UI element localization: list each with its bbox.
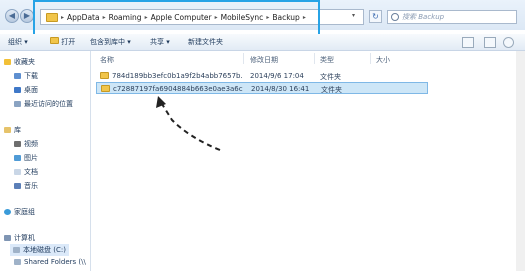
folder-icon [50,37,59,44]
sidebar-label: 音乐 [24,182,38,190]
sidebar-label: 文档 [24,168,38,176]
sidebar-label: 家庭组 [14,208,35,216]
preview-pane-icon[interactable] [484,37,496,48]
sidebar-label: 库 [14,126,21,134]
sidebar-item-music[interactable]: 音乐 [14,181,38,191]
document-icon [14,169,21,175]
video-icon [14,141,21,147]
sidebar-item-libraries[interactable]: 库 [4,125,21,135]
download-icon [14,73,21,79]
file-date: 2014/8/30 16:41 [251,85,310,93]
column-header-type[interactable]: 类型 [320,55,334,65]
search-icon [391,13,399,21]
help-icon[interactable] [503,37,514,48]
include-in-library-button[interactable]: 包含到库中 ▾ [90,37,131,47]
sidebar-item-computer[interactable]: 计算机 [4,233,35,243]
command-toolbar: 组织 ▾ 打开 包含到库中 ▾ 共享 ▾ 新建文件夹 [0,34,525,51]
scrollbar[interactable] [516,51,525,271]
sidebar-label: 图片 [24,154,38,162]
folder-icon [101,85,110,92]
search-input[interactable]: 搜索 Backup [387,10,517,24]
file-row-selected[interactable]: c72887197fa6904884b663e0ae3a6c2... 2014/… [96,82,428,94]
column-header-name[interactable]: 名称 [100,55,114,65]
sidebar-label: 最近访问的位置 [24,100,73,108]
column-divider[interactable] [370,53,371,64]
highlight-box [33,0,320,36]
column-divider[interactable] [314,53,315,64]
open-label: 打开 [61,38,76,46]
picture-icon [14,155,21,161]
arrow-annotation [156,96,221,151]
sidebar-item-local-disk[interactable]: 本地磁盘 (C:) [10,244,69,256]
homegroup-icon [4,209,11,215]
address-dropdown-icon[interactable]: ▾ [352,12,355,19]
column-divider[interactable] [243,53,244,64]
sidebar-item-documents[interactable]: 文档 [14,167,38,177]
sidebar-item-homegroup[interactable]: 家庭组 [4,207,35,217]
folder-icon [100,72,109,79]
new-folder-button[interactable]: 新建文件夹 [188,37,223,47]
file-name: 784d189bb3efc0b1a9f2b4abb7657b... [112,72,242,80]
column-header-size[interactable]: 大小 [376,55,390,65]
sidebar-item-videos[interactable]: 视频 [14,139,38,149]
desktop-icon [14,87,21,93]
sidebar-item-shared-folders[interactable]: Shared Folders (\\ [14,258,86,266]
sidebar-label: Shared Folders (\\ [24,258,86,266]
navigation-pane: 收藏夹 下载 桌面 最近访问的位置 库 视频 图片 文档 音乐 家庭组 计算机 … [0,51,91,271]
address-bar: ◀ ▶ ▸ AppData ▸ Roaming ▸ Apple Computer… [0,0,525,36]
sidebar-item-favorites[interactable]: 收藏夹 [4,57,35,67]
computer-icon [4,235,11,241]
file-type: 文件夹 [321,86,342,94]
sidebar-label: 视频 [24,140,38,148]
forward-button[interactable]: ▶ [20,9,34,23]
sidebar-label: 收藏夹 [14,58,35,66]
star-icon [4,59,11,65]
recent-places-icon [14,101,21,107]
sidebar-item-recent[interactable]: 最近访问的位置 [14,99,73,109]
back-button[interactable]: ◀ [5,9,19,23]
sidebar-label: 计算机 [14,234,35,242]
file-row[interactable]: 784d189bb3efc0b1a9f2b4abb7657b... 2014/9… [96,70,428,82]
network-drive-icon [14,259,21,265]
organize-button[interactable]: 组织 ▾ [8,37,28,47]
refresh-icon[interactable]: ↻ [369,10,382,23]
view-options-icon[interactable] [462,37,474,48]
sidebar-label: 下载 [24,72,38,80]
sidebar-item-desktop[interactable]: 桌面 [14,85,38,95]
sidebar-label: 本地磁盘 (C:) [23,246,66,254]
file-date: 2014/9/6 17:04 [250,72,304,80]
sidebar-label: 桌面 [24,86,38,94]
share-button[interactable]: 共享 ▾ [150,37,170,47]
sidebar-item-pictures[interactable]: 图片 [14,153,38,163]
drive-icon [13,247,20,253]
file-type: 文件夹 [320,73,341,81]
sidebar-item-downloads[interactable]: 下载 [14,71,38,81]
music-icon [14,183,21,189]
column-header-date[interactable]: 修改日期 [250,55,278,65]
open-button[interactable]: 打开 [50,37,75,47]
library-icon [4,127,11,133]
